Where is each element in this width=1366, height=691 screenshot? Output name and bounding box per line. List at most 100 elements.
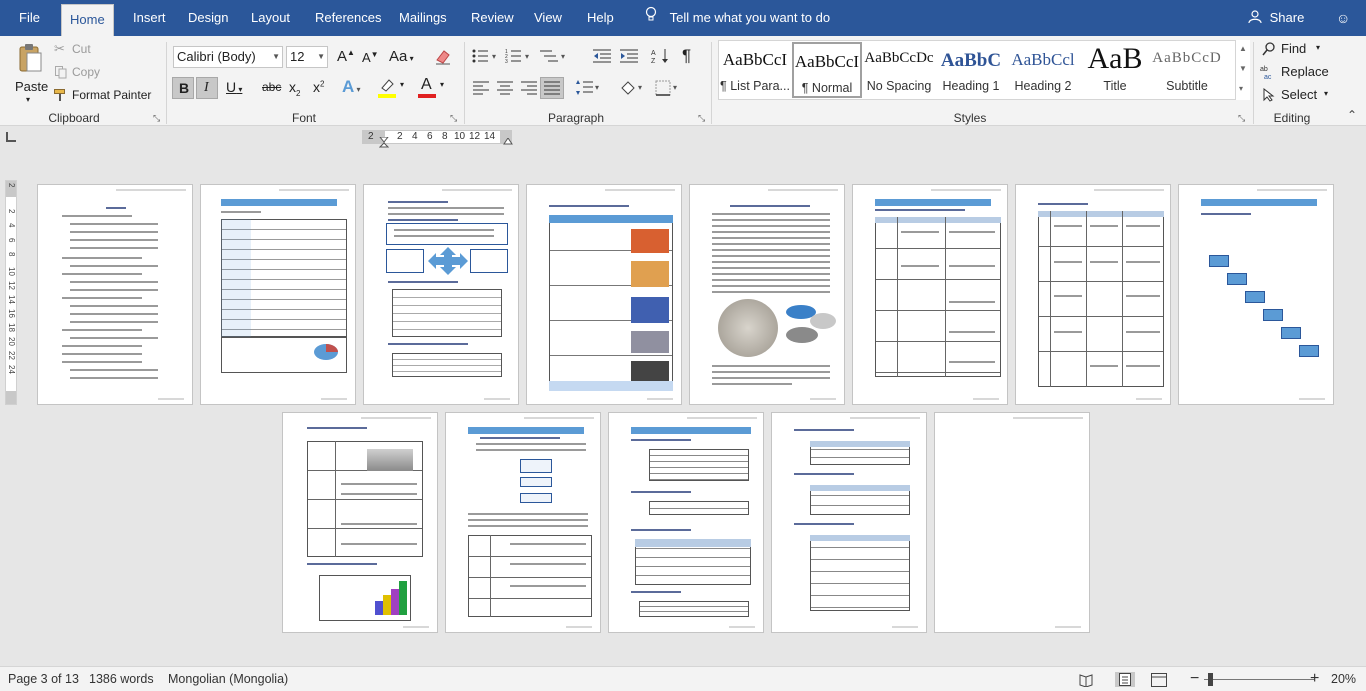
find-button[interactable]: Find ▾ — [1260, 40, 1340, 58]
tab-file[interactable]: File — [15, 0, 44, 36]
scroll-up-icon[interactable]: ▲ — [1239, 44, 1247, 53]
right-indent-marker-icon[interactable] — [503, 138, 513, 146]
page-thumbnail-3[interactable] — [363, 184, 519, 405]
page-thumbnail-5[interactable] — [689, 184, 845, 405]
tab-design[interactable]: Design — [184, 0, 232, 36]
page-thumbnail-13[interactable] — [934, 412, 1090, 633]
scroll-down-icon[interactable]: ▼ — [1239, 64, 1247, 73]
style-name: Heading 1 — [942, 79, 1000, 93]
italic-button[interactable]: I — [196, 77, 218, 99]
format-painter-button[interactable]: Format Painter — [54, 87, 154, 105]
page-thumbnail-4[interactable] — [526, 184, 682, 405]
more-styles-icon[interactable]: ▾ — [1239, 84, 1243, 93]
page-count[interactable]: Page 3 of 13 — [8, 667, 79, 691]
align-left-icon[interactable] — [473, 81, 489, 95]
copy-button[interactable]: Copy — [54, 64, 134, 82]
collapse-ribbon-icon[interactable]: ⌃ — [1347, 108, 1357, 122]
style-name: No Spacing — [866, 79, 932, 93]
font-launcher-icon[interactable]: ⤡ — [450, 113, 460, 123]
page-thumbnail-2[interactable] — [200, 184, 356, 405]
clipboard-launcher-icon[interactable]: ⤡ — [153, 113, 163, 123]
share-button[interactable]: Share — [1248, 0, 1304, 36]
tab-mailings[interactable]: Mailings — [395, 0, 451, 36]
justify-button[interactable] — [540, 77, 564, 99]
style-title[interactable]: AaB Title — [1080, 42, 1150, 98]
style-name: Subtitle — [1166, 79, 1208, 93]
styles-launcher-icon[interactable]: ⤡ — [1238, 113, 1248, 123]
paste-button[interactable]: Paste ▾ — [8, 40, 50, 106]
text-effects-button[interactable]: A ▾ — [342, 77, 361, 97]
tab-references[interactable]: References — [311, 0, 385, 36]
tab-review[interactable]: Review — [467, 0, 518, 36]
font-color-button[interactable]: A ▾ — [418, 76, 452, 100]
tab-view[interactable]: View — [530, 0, 566, 36]
show-formatting-marks-icon[interactable]: ¶ — [682, 46, 691, 66]
chevron-down-icon: ▾ — [400, 80, 405, 89]
zoom-out-button[interactable]: − — [1190, 666, 1199, 691]
bold-button[interactable]: B — [172, 77, 194, 99]
grow-font-button[interactable]: A▲ — [337, 48, 355, 65]
zoom-slider-thumb[interactable] — [1208, 673, 1213, 686]
tell-me-search[interactable]: Tell me what you want to do — [640, 0, 830, 36]
shading-icon[interactable]: ▾ — [620, 80, 646, 96]
decrease-indent-icon[interactable] — [593, 48, 611, 64]
style-heading-1[interactable]: AaBbC Heading 1 — [936, 42, 1006, 98]
strikethrough-button[interactable]: abc — [262, 80, 281, 94]
chevron-down-icon: ▾ — [440, 80, 445, 89]
feedback-smiley-icon[interactable]: ☺ — [1336, 0, 1350, 36]
tab-layout[interactable]: Layout — [247, 0, 294, 36]
page-thumbnail-7[interactable] — [1015, 184, 1171, 405]
page-thumbnail-12[interactable] — [771, 412, 927, 633]
clear-formatting-icon[interactable] — [434, 48, 452, 66]
scissors-icon: ✂ — [54, 41, 65, 56]
page-thumbnail-9[interactable] — [282, 412, 438, 633]
indent-marker-icon[interactable] — [379, 137, 389, 150]
style-list-paragraph[interactable]: AaBbCcI ¶ List Para... — [720, 42, 790, 98]
print-layout-button[interactable] — [1115, 672, 1135, 687]
tab-insert[interactable]: Insert — [129, 0, 170, 36]
shrink-font-button[interactable]: A▼ — [362, 50, 379, 65]
ruler-number: 16 — [7, 309, 16, 318]
sort-icon[interactable]: AZ — [651, 48, 671, 64]
style-subtitle[interactable]: AaBbCcD Subtitle — [1152, 42, 1222, 98]
highlight-color-button[interactable]: ▾ — [378, 78, 412, 100]
vertical-ruler[interactable]: 2 2 4 6 8 10 12 14 16 18 20 22 24 — [5, 180, 17, 405]
multilevel-list-icon[interactable]: ▾ — [540, 48, 568, 64]
replace-button[interactable]: ab ac Replace — [1260, 63, 1350, 81]
font-name-box[interactable]: Calibri (Body) ▼ — [173, 46, 283, 68]
paragraph-launcher-icon[interactable]: ⤡ — [698, 113, 708, 123]
language-indicator[interactable]: Mongolian (Mongolia) — [168, 667, 288, 691]
word-count[interactable]: 1386 words — [89, 667, 154, 691]
font-size-box[interactable]: 12 ▼ — [286, 46, 328, 68]
select-button[interactable]: Select ▾ — [1260, 86, 1340, 104]
page-thumbnail-6[interactable] — [852, 184, 1008, 405]
paste-dropdown-icon[interactable]: ▾ — [26, 95, 30, 104]
zoom-level[interactable]: 20% — [1331, 667, 1356, 691]
subscript-button[interactable]: x2 — [289, 79, 300, 98]
tab-help[interactable]: Help — [583, 0, 618, 36]
borders-icon[interactable]: ▾ — [655, 80, 681, 96]
align-right-icon[interactable] — [521, 81, 537, 95]
increase-indent-icon[interactable] — [620, 48, 638, 64]
page-thumbnail-11[interactable] — [608, 412, 764, 633]
tab-home[interactable]: Home — [61, 4, 114, 36]
cut-button[interactable]: ✂ Cut — [54, 41, 134, 59]
style-heading-2[interactable]: AaBbCcl Heading 2 — [1008, 42, 1078, 98]
underline-button[interactable]: U ▾ — [226, 79, 242, 95]
style-normal[interactable]: AaBbCcI ¶ Normal — [792, 42, 862, 98]
web-layout-icon[interactable] — [1151, 673, 1167, 687]
zoom-in-button[interactable]: + — [1310, 666, 1319, 691]
page-thumbnail-8[interactable] — [1178, 184, 1334, 405]
numbering-icon[interactable]: 123▾ — [505, 48, 533, 64]
superscript-button[interactable]: x2 — [313, 79, 324, 95]
bullets-icon[interactable]: ▾ — [472, 48, 500, 64]
read-mode-icon[interactable] — [1079, 673, 1093, 687]
change-case-button[interactable]: Aa ▾ — [389, 48, 414, 65]
page-thumbnail-1[interactable] — [37, 184, 193, 405]
zoom-slider[interactable] — [1204, 679, 1314, 680]
style-no-spacing[interactable]: AaBbCcDc No Spacing — [864, 42, 934, 98]
page-thumbnail-10[interactable] — [445, 412, 601, 633]
tab-selector-icon[interactable] — [6, 132, 16, 142]
align-center-icon[interactable] — [497, 81, 513, 95]
line-spacing-icon[interactable]: ▾ — [575, 80, 601, 96]
